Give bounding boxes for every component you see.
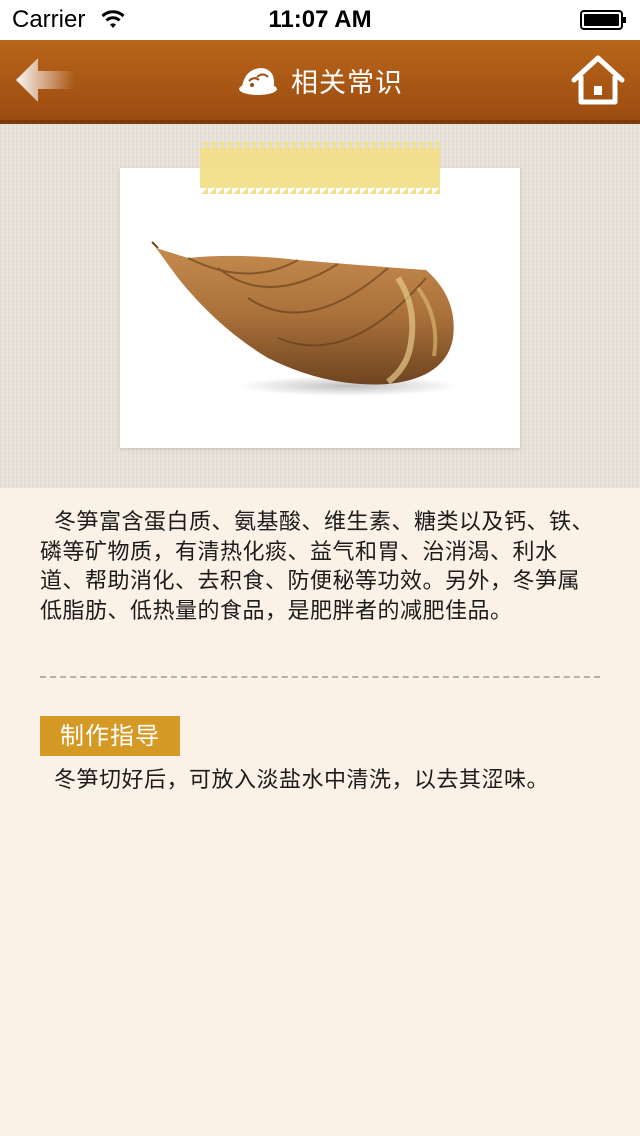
back-button[interactable] (10, 50, 80, 110)
dashed-divider (40, 676, 600, 678)
bamboo-shoot-image (151, 241, 458, 396)
steamed-bun-icon (239, 68, 277, 95)
home-icon (571, 55, 625, 105)
back-arrow-icon (16, 58, 74, 102)
instruction-text: 冬笋切好后，可放入淡盐水中清洗，以去其涩味。 (54, 768, 550, 793)
photo-area (0, 124, 640, 488)
description-text: 冬笋富含蛋白质、氨基酸、维生素、糖类以及钙、铁、磷等矿物质，有清热化痰、益气和胃… (40, 510, 595, 624)
home-button[interactable] (570, 54, 626, 106)
status-bar: Carrier 11:07 AM (0, 0, 640, 40)
page-title: 相关常识 (291, 67, 403, 99)
tape-decoration (200, 148, 440, 194)
navigation-bar: 相关常识 (0, 40, 640, 124)
section-heading-badge: 制作指导 (40, 716, 180, 756)
battery-icon (580, 10, 626, 30)
nav-title-group: 相关常识 (0, 40, 640, 120)
food-photo (120, 168, 520, 448)
clock: 11:07 AM (268, 6, 372, 33)
